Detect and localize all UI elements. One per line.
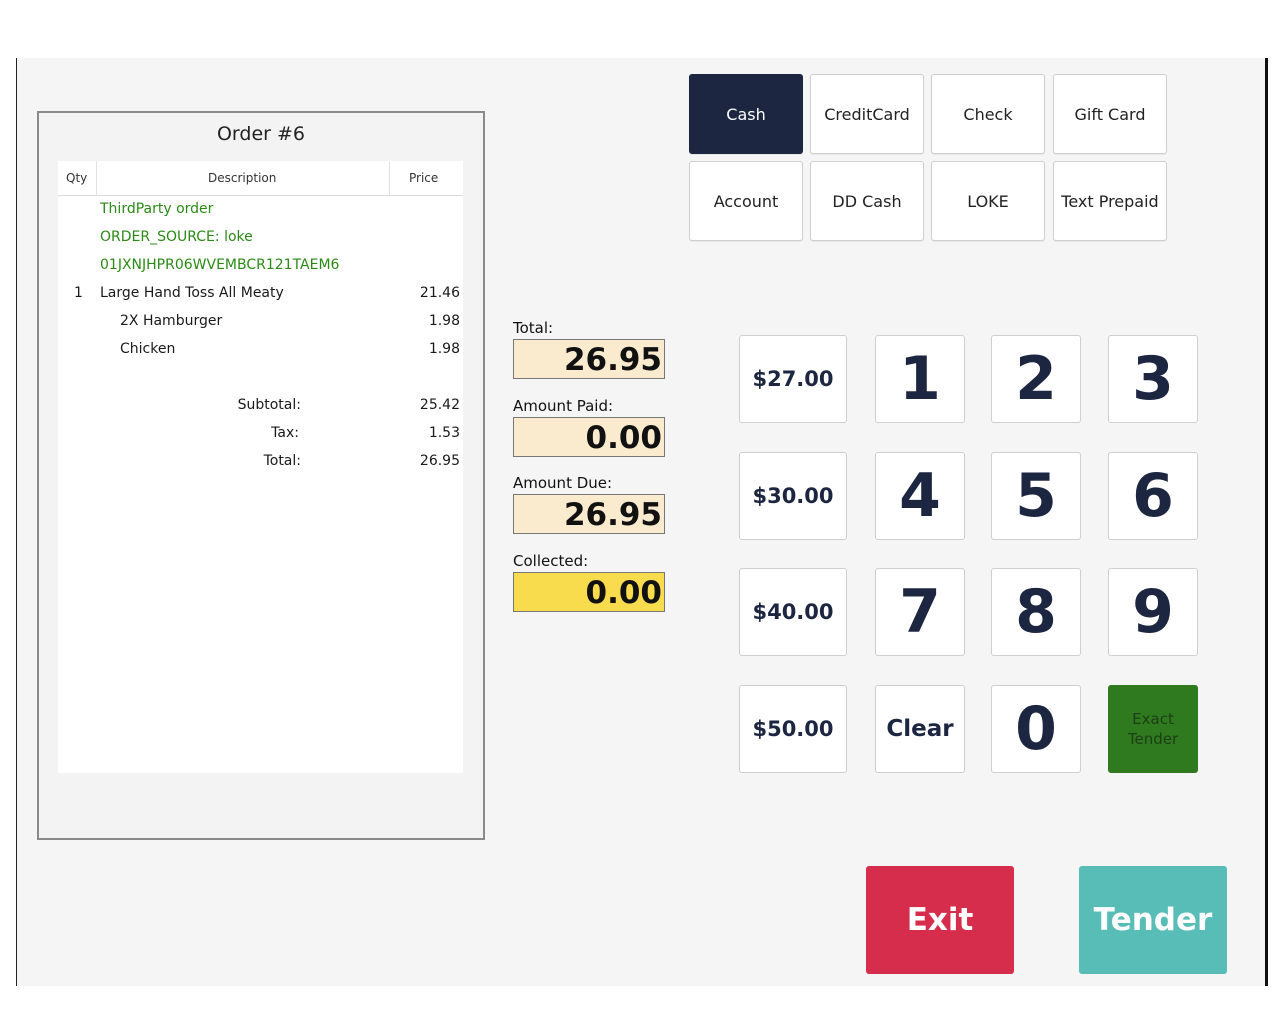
collected-label: Collected: <box>513 552 589 570</box>
payment-method-text-prepaid[interactable]: Text Prepaid <box>1053 161 1167 241</box>
item-description: 2X Hamburger <box>120 313 223 329</box>
total-amount-field: 26.95 <box>513 339 665 379</box>
amount-due-field: 26.95 <box>513 494 665 534</box>
tax-value: 1.53 <box>428 425 460 441</box>
payment-method-cash[interactable]: Cash <box>689 74 803 154</box>
subtotal-value: 25.42 <box>419 397 460 413</box>
ticket-note: ORDER_SOURCE: loke <box>100 229 253 245</box>
payment-screen: Order #6 Qty Description Price ThirdPart… <box>16 58 1268 986</box>
preset-30-button[interactable]: $30.00 <box>739 452 847 540</box>
order-title: Order #6 <box>216 123 306 145</box>
payment-method-check[interactable]: Check <box>931 74 1045 154</box>
digit-4-button[interactable]: 4 <box>875 452 965 540</box>
item-price: 1.98 <box>428 313 460 329</box>
payment-method-account[interactable]: Account <box>689 161 803 241</box>
payment-method-gift-card[interactable]: Gift Card <box>1053 74 1167 154</box>
total-amount-label: Total: <box>513 319 554 337</box>
qty-header: Qty <box>66 171 88 185</box>
digit-5-button[interactable]: 5 <box>991 452 1081 540</box>
subtotal-label: Subtotal: <box>237 397 301 413</box>
exact-tender-button[interactable]: Exact Tender <box>1108 685 1198 773</box>
item-description: Large Hand Toss All Meaty <box>100 285 284 301</box>
amount-due-label: Amount Due: <box>513 474 613 492</box>
tender-button[interactable]: Tender <box>1079 866 1227 974</box>
ticket-paper: Qty Description Price ThirdParty order O… <box>58 161 463 773</box>
digit-8-button[interactable]: 8 <box>991 568 1081 656</box>
total-label: Total: <box>263 453 301 469</box>
payment-method-creditcard[interactable]: CreditCard <box>810 74 924 154</box>
total-value: 26.95 <box>419 453 460 469</box>
amount-paid-label: Amount Paid: <box>513 397 614 415</box>
exact-tender-line-1: Exact <box>1132 710 1174 728</box>
description-header: Description <box>208 171 277 185</box>
ticket-header: Qty Description Price <box>58 161 463 196</box>
clear-button[interactable]: Clear <box>875 685 965 773</box>
digit-1-button[interactable]: 1 <box>875 335 965 423</box>
exit-button[interactable]: Exit <box>866 866 1014 974</box>
item-price: 21.46 <box>419 285 460 301</box>
preset-50-button[interactable]: $50.00 <box>739 685 847 773</box>
order-ticket: Order #6 Qty Description Price ThirdPart… <box>37 111 485 840</box>
payment-method-loke[interactable]: LOKE <box>931 161 1045 241</box>
ticket-note: 01JXNJHPR06WVEMBCR121TAEM6 <box>100 257 340 273</box>
collected-field[interactable]: 0.00 <box>513 572 665 612</box>
item-qty: 1 <box>74 285 83 301</box>
price-header: Price <box>409 171 439 185</box>
item-price: 1.98 <box>428 341 460 357</box>
digit-0-button[interactable]: 0 <box>991 685 1081 773</box>
digit-2-button[interactable]: 2 <box>991 335 1081 423</box>
item-description: Chicken <box>120 341 176 357</box>
digit-7-button[interactable]: 7 <box>875 568 965 656</box>
payment-method-dd-cash[interactable]: DD Cash <box>810 161 924 241</box>
tax-label: Tax: <box>271 425 299 441</box>
preset-40-button[interactable]: $40.00 <box>739 568 847 656</box>
digit-3-button[interactable]: 3 <box>1108 335 1198 423</box>
digit-6-button[interactable]: 6 <box>1108 452 1198 540</box>
digit-9-button[interactable]: 9 <box>1108 568 1198 656</box>
amount-paid-field: 0.00 <box>513 417 665 457</box>
preset-27-button[interactable]: $27.00 <box>739 335 847 423</box>
ticket-note: ThirdParty order <box>100 201 214 217</box>
exact-tender-line-2: Tender <box>1127 730 1179 748</box>
